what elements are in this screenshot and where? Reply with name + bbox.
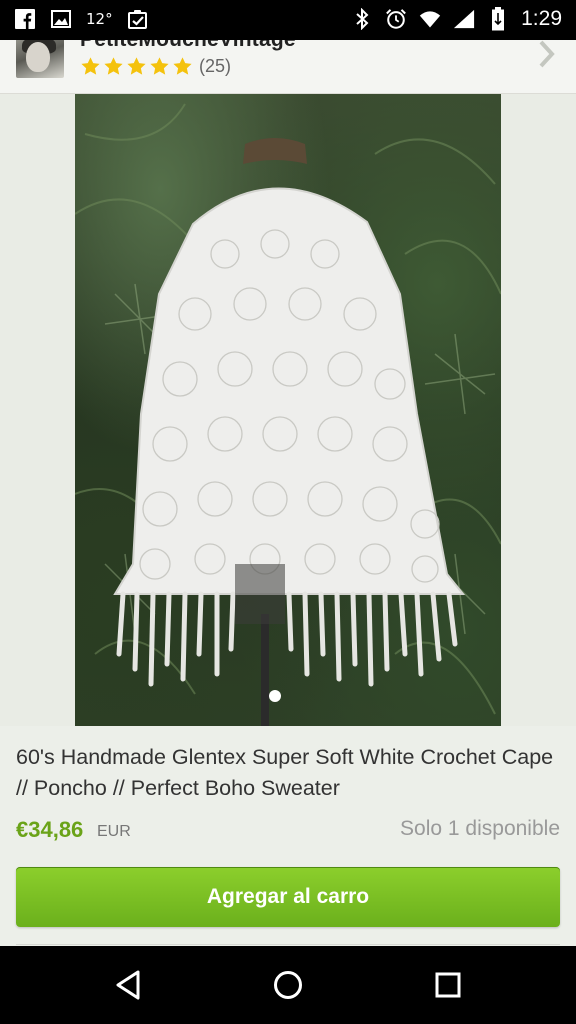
availability-text: Solo 1 disponible (400, 817, 560, 840)
image-icon (50, 8, 72, 30)
star-icon (104, 57, 123, 75)
chevron-right-icon[interactable] (536, 40, 558, 68)
clock-time: 1:29 (521, 7, 562, 30)
star-icon (81, 57, 100, 75)
checklist-icon (127, 8, 149, 30)
listing-price: €34,86 (16, 817, 84, 842)
review-count: (25) (199, 56, 232, 76)
image-gallery[interactable] (0, 94, 576, 726)
alarm-icon (385, 8, 407, 30)
star-icon (150, 57, 169, 75)
divider (16, 944, 560, 945)
status-bar: 12° 1:29 (0, 0, 576, 40)
temperature-text: 12° (86, 10, 113, 28)
listing-title: 60's Handmade Glentex Super Soft White C… (16, 745, 554, 800)
home-icon[interactable] (268, 965, 308, 1005)
star-icon (173, 57, 192, 75)
price-currency: EUR (97, 823, 131, 840)
shop-rating: (25) (80, 56, 231, 77)
star-icon (127, 57, 146, 75)
gallery-page-indicator[interactable] (269, 690, 281, 702)
recents-icon[interactable] (428, 965, 468, 1005)
shop-name[interactable]: PetiteMoucheVintage (80, 40, 296, 52)
add-to-cart-button[interactable]: Agregar al carro (16, 867, 560, 927)
bluetooth-icon (351, 8, 373, 30)
shop-header[interactable]: PetiteMoucheVintage (25) (0, 40, 576, 94)
listing-details: 60's Handmade Glentex Super Soft White C… (0, 726, 576, 946)
facebook-icon (14, 8, 36, 30)
product-photo[interactable] (75, 94, 501, 726)
signal-icon (453, 8, 475, 30)
wifi-icon (419, 8, 441, 30)
shop-avatar[interactable] (16, 40, 64, 78)
battery-icon (487, 7, 509, 31)
system-nav-bar (0, 946, 576, 1024)
back-icon[interactable] (108, 965, 148, 1005)
